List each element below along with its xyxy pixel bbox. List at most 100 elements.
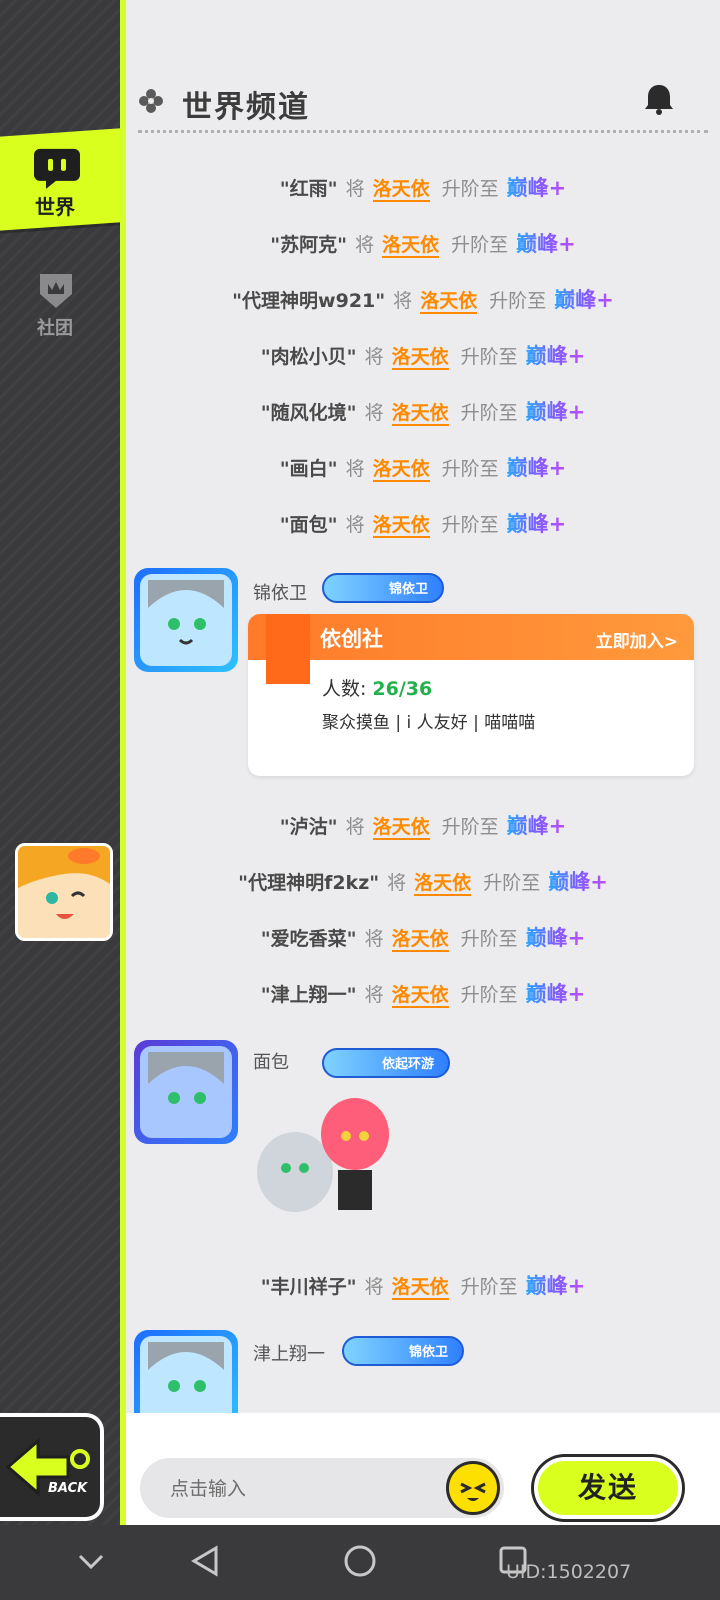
hero-link[interactable]: 洛天依: [391, 346, 449, 370]
avatar[interactable]: [134, 568, 238, 672]
tab-club-label: 社团: [37, 318, 73, 339]
hero-link[interactable]: 洛天依: [391, 984, 449, 1008]
hero-link[interactable]: 洛天依: [372, 514, 430, 538]
nav-back-icon[interactable]: [190, 1545, 220, 1577]
rank-label: 巅峰+: [525, 926, 586, 950]
avatar[interactable]: [134, 1040, 238, 1144]
back-label: BACK: [48, 1481, 88, 1496]
title-badge: 依起环游: [322, 1048, 450, 1078]
hero-link[interactable]: 洛天依: [391, 1276, 449, 1300]
hero-link[interactable]: 洛天依: [414, 872, 472, 896]
system-message: "画白" 将洛天依 升阶至 巅峰+: [126, 452, 720, 482]
player-name: "面包": [279, 514, 338, 536]
system-message: "泸沽" 将洛天依 升阶至 巅峰+: [126, 810, 720, 840]
tab-world[interactable]: 世界: [0, 127, 134, 231]
rank-label: 巅峰+: [548, 870, 608, 894]
hero-link[interactable]: 洛天依: [391, 928, 449, 952]
player-name: "随风化境": [260, 402, 357, 424]
action-text: 升阶至: [441, 514, 499, 536]
sender-name[interactable]: 锦依卫: [253, 579, 307, 605]
system-message: "津上翔一" 将洛天依 升阶至 巅峰+: [126, 978, 720, 1008]
verb-text: 将: [355, 234, 375, 256]
floating-avatar[interactable]: [15, 843, 113, 941]
system-message: "红雨" 将洛天依 升阶至 巅峰+: [126, 172, 720, 202]
character-face-icon: [18, 846, 110, 938]
rank-label: 巅峰+: [525, 344, 586, 368]
system-message: "代理神明f2kz" 将洛天依 升阶至 巅峰+: [126, 866, 720, 896]
verb-text: 将: [345, 514, 365, 536]
back-button[interactable]: BACK: [0, 1413, 104, 1521]
club-invite-card[interactable]: 依创社 立即加入> 人数: 26/36 聚众摸鱼 | i 人友好 | 喵喵喵: [248, 614, 694, 776]
join-club-button[interactable]: 立即加入>: [596, 627, 678, 652]
action-text: 升阶至: [441, 458, 499, 480]
club-description: 聚众摸鱼 | i 人友好 | 喵喵喵: [322, 713, 536, 733]
hero-link[interactable]: 洛天依: [372, 178, 430, 202]
verb-text: 将: [345, 816, 365, 838]
hero-link[interactable]: 洛天依: [420, 290, 478, 314]
verb-text: 将: [364, 984, 384, 1006]
action-text: 升阶至: [460, 984, 518, 1006]
message-input[interactable]: [168, 1472, 422, 1506]
rank-label: 巅峰+: [506, 512, 567, 536]
hero-link[interactable]: 洛天依: [372, 816, 430, 840]
player-name: "肉松小贝": [260, 346, 357, 368]
system-message: "肉松小贝" 将洛天依 升阶至 巅峰+: [126, 340, 720, 370]
player-name: "画白": [279, 458, 338, 480]
sender-name[interactable]: 津上翔一: [253, 1340, 325, 1366]
verb-text: 将: [345, 178, 365, 200]
system-message: "苏阿克" 将洛天依 升阶至 巅峰+: [126, 228, 720, 258]
chat-bubble-icon: [34, 148, 80, 189]
hero-link[interactable]: 洛天依: [382, 234, 440, 258]
tab-club[interactable]: 社团: [0, 270, 110, 350]
club-emblem-icon: [266, 614, 310, 684]
character-portrait-icon: [140, 1046, 232, 1138]
title-badge: 锦依卫: [322, 573, 444, 603]
bell-icon[interactable]: [642, 82, 676, 116]
club-shield-icon: [40, 274, 72, 308]
chevron-down-icon[interactable]: [76, 1552, 106, 1572]
send-button[interactable]: 发送: [534, 1457, 682, 1519]
action-text: 升阶至: [460, 1276, 518, 1298]
rank-label: 巅峰+: [516, 232, 576, 256]
system-message: "丰川祥子" 将洛天依 升阶至 巅峰+: [126, 1270, 720, 1300]
club-name: 依创社: [320, 627, 383, 651]
members-label: 人数:: [322, 678, 367, 700]
nav-home-icon[interactable]: [343, 1544, 377, 1578]
sticker-image[interactable]: [250, 1092, 400, 1222]
header-divider: [138, 130, 708, 133]
back-arrow-icon: [5, 1437, 90, 1497]
player-name: "泸沽": [279, 816, 338, 838]
rank-label: 巅峰+: [506, 176, 567, 200]
sender-name[interactable]: 面包: [253, 1048, 289, 1074]
avatar[interactable]: [134, 1330, 238, 1413]
action-text: 升阶至: [460, 402, 518, 424]
system-navigation-bar: UID:1502207: [0, 1525, 720, 1600]
tab-world-label: 世界: [35, 194, 75, 219]
action-text: 升阶至: [460, 346, 518, 368]
player-name: "代理神明w921": [232, 290, 386, 312]
chat-area[interactable]: 世界频道 "红雨" 将洛天依 升阶至 巅峰+ "苏阿克" 将洛天依 升阶至 巅峰+ "代理神…: [126, 0, 720, 1413]
rank-label: 巅峰+: [525, 982, 586, 1006]
channel-header: 世界频道: [126, 70, 720, 134]
flower-icon: [139, 89, 163, 113]
verb-text: 将: [345, 458, 365, 480]
action-text: 升阶至: [451, 234, 509, 256]
title-badge: 锦依卫: [342, 1336, 464, 1366]
player-name: "代理神明f2kz": [238, 872, 380, 894]
hero-link[interactable]: 洛天依: [372, 458, 430, 482]
club-members: 人数: 26/36: [322, 674, 432, 701]
emoji-face-icon: [460, 1482, 486, 1501]
player-name: "爱吃香菜": [260, 928, 357, 950]
system-message: "爱吃香菜" 将洛天依 升阶至 巅峰+: [126, 922, 720, 952]
verb-text: 将: [364, 346, 384, 368]
verb-text: 将: [387, 872, 407, 894]
message-input-container[interactable]: [140, 1458, 504, 1518]
verb-text: 将: [364, 1276, 384, 1298]
emoji-button[interactable]: [446, 1461, 500, 1515]
action-text: 升阶至: [441, 178, 499, 200]
rank-label: 巅峰+: [506, 814, 567, 838]
verb-text: 将: [364, 928, 384, 950]
sidebar: 世界 社团 BACK: [0, 0, 134, 1600]
verb-text: 将: [393, 290, 413, 312]
hero-link[interactable]: 洛天依: [391, 402, 449, 426]
